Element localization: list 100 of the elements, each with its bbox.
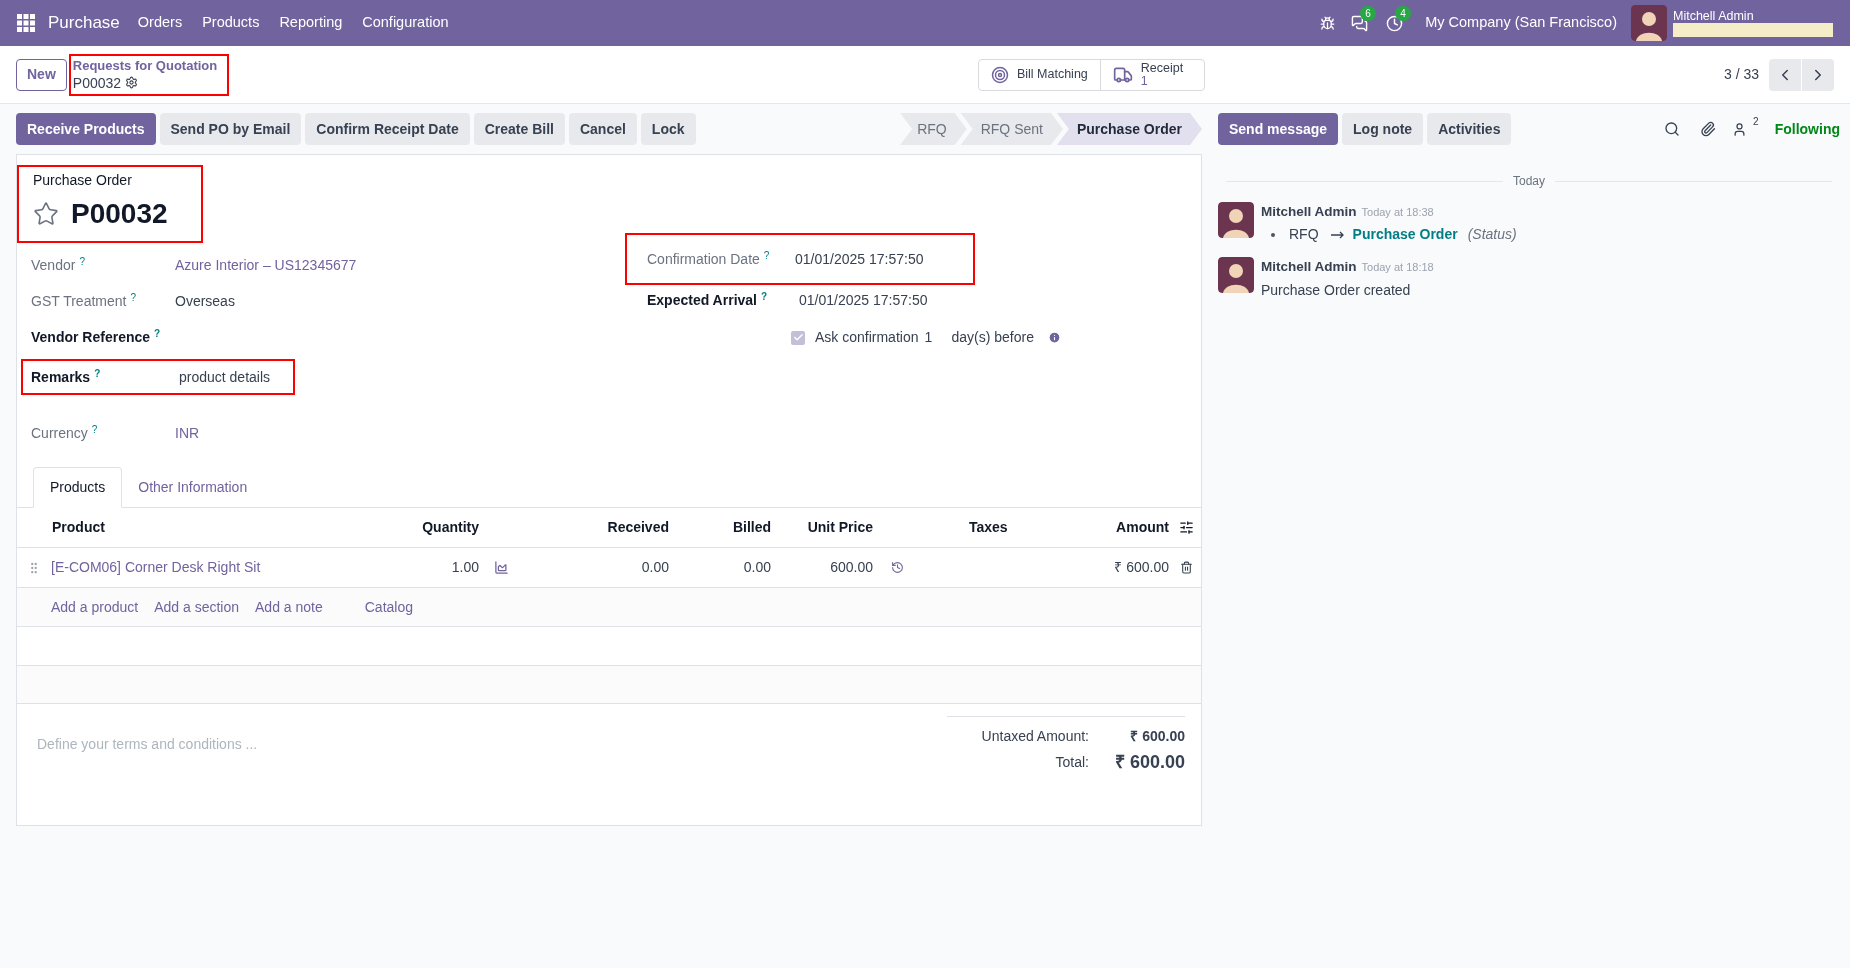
action-button[interactable]: Activities xyxy=(1427,113,1512,145)
app-name[interactable]: Purchase xyxy=(48,10,120,36)
days-suffix: day(s) before xyxy=(951,328,1034,347)
field-label: Confirmation Date $^{?}$ xyxy=(647,248,771,269)
action-button[interactable]: Send message xyxy=(1218,113,1339,145)
field-label: Vendor Reference $^{?}$ xyxy=(31,326,162,347)
table-cell-text: 0.00 xyxy=(742,558,771,577)
field-value[interactable]: product details xyxy=(179,366,271,388)
right-arrow-icon xyxy=(1330,230,1345,239)
navbar-menu-item[interactable]: Products xyxy=(192,12,270,34)
message-time: Today at 18:38 xyxy=(1361,205,1434,220)
total-label: Total: xyxy=(1055,752,1089,772)
total-value: ₹ 600.00 xyxy=(1129,726,1185,746)
add-line-link[interactable]: Add a section xyxy=(154,596,239,618)
star-icon[interactable] xyxy=(33,201,59,227)
help-tooltip-mark[interactable]: ? xyxy=(91,423,98,435)
field-label: GST Treatment $^{?}$ xyxy=(31,290,137,311)
new-value: Purchase Order xyxy=(1352,225,1458,245)
info-icon[interactable] xyxy=(1047,331,1061,344)
action-button[interactable]: Create Bill xyxy=(473,113,565,145)
message-time: Today at 18:18 xyxy=(1361,260,1434,276)
help-tooltip-mark[interactable]: ? xyxy=(761,290,768,302)
form-title-label: Purchase Order xyxy=(33,171,133,189)
reset-icon[interactable] xyxy=(891,561,904,574)
table-cell-text: ₹ 600.00 xyxy=(1113,558,1169,577)
gear-icon[interactable] xyxy=(125,76,139,89)
add-line-link[interactable]: Add a product xyxy=(51,596,139,618)
field-label: Expected Arrival $^{?}$ xyxy=(647,289,769,310)
help-tooltip-mark[interactable]: ? xyxy=(763,249,770,261)
search-icon[interactable] xyxy=(1664,121,1681,137)
help-tooltip-mark[interactable]: ? xyxy=(94,367,101,379)
field-link[interactable]: INR xyxy=(175,422,200,444)
tracked-field: (Status) xyxy=(1467,224,1517,246)
notification-count: 4 xyxy=(1395,5,1411,21)
column-header[interactable]: Product xyxy=(51,517,331,538)
user-avatar xyxy=(1218,202,1254,238)
column-header[interactable]: Taxes xyxy=(911,517,1041,538)
field-label: Currency $^{?}$ xyxy=(31,422,99,443)
product-link[interactable]: [E-COM06] Corner Desk Right Sit xyxy=(51,557,331,578)
record-name: P00032 xyxy=(72,73,122,92)
bug-icon[interactable] xyxy=(1320,15,1336,31)
date-separator: Today xyxy=(1512,173,1546,190)
action-button[interactable]: Lock xyxy=(640,113,696,145)
navbar-menu-item[interactable]: Orders xyxy=(127,12,193,34)
message-author: Mitchell Admin xyxy=(1261,258,1357,277)
column-header[interactable]: Unit Price xyxy=(771,517,873,538)
user-name[interactable]: Mitchell Admin xyxy=(1673,9,1833,23)
column-header[interactable]: Amount xyxy=(1041,517,1169,538)
message-author: Mitchell Admin xyxy=(1261,203,1357,221)
column-header[interactable]: Received xyxy=(511,517,669,538)
field-value[interactable]: Overseas xyxy=(175,290,235,312)
field-label: Remarks $^{?}$ xyxy=(31,366,102,387)
company-switcher[interactable]: My Company (San Francisco) xyxy=(1425,12,1617,34)
message-body: Purchase Order created xyxy=(1261,280,1412,300)
total-label: Untaxed Amount: xyxy=(981,726,1089,746)
smart-button[interactable]: Receipt 1 xyxy=(1099,59,1204,90)
followers-count: 2 xyxy=(1753,116,1759,128)
action-button[interactable]: Cancel xyxy=(568,113,637,145)
navbar-menu-item[interactable]: Reporting xyxy=(269,12,353,34)
checkbox[interactable] xyxy=(791,330,805,345)
action-button[interactable]: Send PO by Email xyxy=(159,113,302,145)
apps-menu-icon[interactable] xyxy=(17,14,35,32)
status-stage[interactable]: RFQ xyxy=(900,113,967,145)
field-link[interactable]: Azure Interior – US12345677 xyxy=(175,254,357,276)
status-stage[interactable]: RFQ Sent xyxy=(960,113,1063,145)
table-cell-text: 1.00 xyxy=(450,558,479,577)
paperclip-icon[interactable] xyxy=(1700,121,1717,137)
form-tab[interactable]: Products xyxy=(33,467,123,508)
days-field[interactable]: 1 xyxy=(924,327,949,348)
add-line-link[interactable]: Catalog xyxy=(364,596,413,618)
smart-button[interactable]: Bill Matching xyxy=(978,59,1100,90)
following-button[interactable]: Following xyxy=(1774,118,1840,140)
action-button[interactable]: Receive Products xyxy=(16,113,156,145)
column-header[interactable]: Billed xyxy=(669,517,771,538)
breadcrumb-link[interactable]: Requests for Quotation xyxy=(72,57,225,74)
table-cell-text: 0.00 xyxy=(640,558,669,577)
area-chart-icon[interactable] xyxy=(494,560,509,575)
table-cell-text: 600.00 xyxy=(829,558,873,577)
optional-columns-icon[interactable] xyxy=(1179,520,1194,535)
help-tooltip-mark[interactable]: ? xyxy=(130,291,136,303)
field-value[interactable]: 01/01/2025 17:57:50 xyxy=(799,289,928,311)
total-value: ₹ 600.00 xyxy=(1113,750,1185,774)
navbar-menu-item[interactable]: Configuration xyxy=(352,12,459,34)
help-tooltip-mark[interactable]: ? xyxy=(79,255,85,267)
user-avatar xyxy=(1631,5,1667,41)
user-avatar xyxy=(1218,257,1254,294)
notification-count: 6 xyxy=(1360,5,1376,21)
target-icon xyxy=(990,65,1009,84)
followers-icon[interactable] xyxy=(1732,121,1748,137)
field-value[interactable]: 01/01/2025 17:57:50 xyxy=(795,248,924,270)
new-button[interactable]: New xyxy=(16,58,67,91)
status-stage[interactable]: Purchase Order xyxy=(1056,113,1202,145)
trash-icon[interactable] xyxy=(1180,561,1193,574)
action-button[interactable]: Confirm Receipt Date xyxy=(305,113,470,145)
form-tab[interactable]: Other Information xyxy=(122,467,264,508)
add-line-link[interactable]: Add a note xyxy=(255,596,323,618)
help-tooltip-mark[interactable]: ? xyxy=(154,327,161,339)
column-header[interactable]: Quantity xyxy=(331,517,479,538)
action-button[interactable]: Log note xyxy=(1342,113,1424,145)
checkbox-label: Ask confirmation xyxy=(815,328,919,347)
